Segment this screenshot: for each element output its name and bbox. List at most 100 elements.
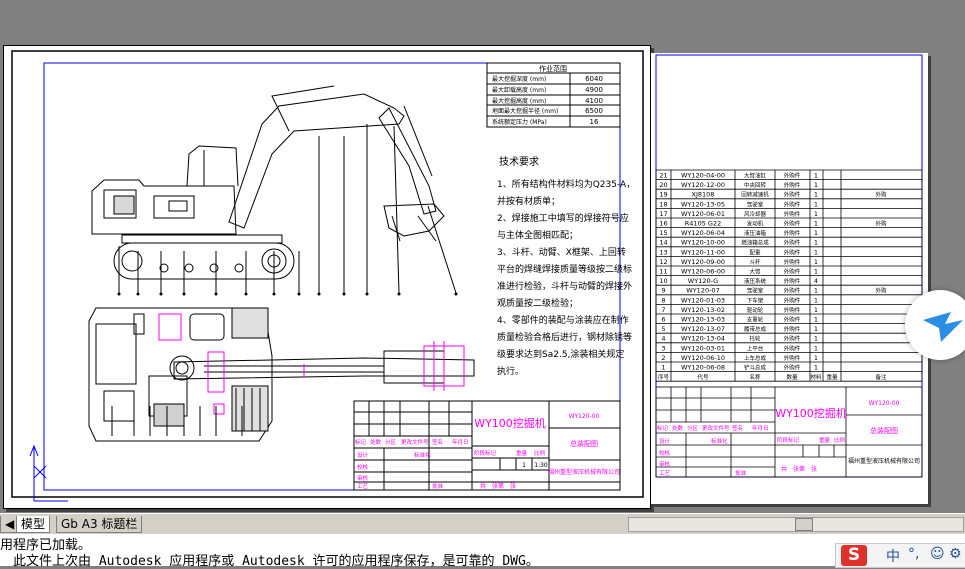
excavator-top-view xyxy=(88,307,475,442)
bom-no: 12 xyxy=(659,258,667,266)
bom-tb-header: 更改文件号 xyxy=(702,424,730,432)
product-name: 总装配图 xyxy=(570,439,598,448)
bom-no: 10 xyxy=(659,277,667,285)
tech-requirements: 技术要求 1、所有结构件材料均为Q235-A， 并按有材质单； 2、焊接施工中填… xyxy=(497,155,635,377)
bom-type: 外购件 xyxy=(784,268,801,276)
bom-code: WY120-11-00 xyxy=(681,248,725,256)
ime-lang-toggle[interactable]: 中 xyxy=(886,546,900,566)
bom-code: R4105 G22 xyxy=(685,220,721,228)
bom-tb-sheet-info: 共 张第 张 xyxy=(781,465,817,473)
bom-code: WY120-06-01 xyxy=(681,210,725,218)
bom-note: 外购 xyxy=(875,287,887,295)
bom-type: 外购件 xyxy=(784,220,801,228)
bom-code: WY120-13-02 xyxy=(681,306,725,314)
bom-no: 5 xyxy=(661,325,665,333)
bom-code: WY120-09-00 xyxy=(681,258,725,266)
floating-assistant-button[interactable] xyxy=(905,290,965,360)
bom-name: 风冷却器 xyxy=(744,210,767,218)
tech-line: 平台的焊缝焊接质量等级按二级标 xyxy=(497,263,632,275)
ime-settings-icon[interactable]: ⚙ xyxy=(949,546,962,562)
bom-name: 铲斗总成 xyxy=(744,364,767,372)
bom-tb-role: 审核 xyxy=(659,460,671,468)
bom-name: 驾驶室 xyxy=(747,200,764,208)
bom-no: 2 xyxy=(661,354,665,362)
tech-line: 3、斗杆、动臂、X框架、上回转 xyxy=(497,246,626,258)
bom-type: 外购件 xyxy=(784,325,801,333)
bom-header: 名称 xyxy=(749,373,761,381)
layout-tabbar: ◀ 模型 Gb A3 标题栏 xyxy=(0,513,965,534)
tab-gb-a3[interactable]: Gb A3 标题栏 xyxy=(56,516,143,533)
bom-code: WY120-13-03 xyxy=(681,316,725,324)
bom-type: 外购件 xyxy=(784,172,801,180)
bom-name: 燃油箱总成 xyxy=(741,239,769,247)
drawing-sheet[interactable]: 作业范围 最大挖掘深度 (mm) 6040 最大卸载高度 (mm) 4900 最… xyxy=(3,45,651,509)
bom-qty: 1 xyxy=(814,181,818,189)
bom-name: 驾驶室 xyxy=(747,287,764,295)
bom-tb-header: 分区 xyxy=(687,424,699,432)
bom-company-name: 福州重型液压机械有限公司 xyxy=(848,457,920,465)
perf-value: 16 xyxy=(590,118,599,126)
sogou-logo-icon[interactable]: S xyxy=(841,545,867,566)
command-line[interactable]: 用程序已加载。 此文件上次由 Autodesk 应用程序或 Autodesk 许… xyxy=(0,534,965,569)
perf-title: 作业范围 xyxy=(539,64,567,73)
bom-no: 18 xyxy=(659,200,667,208)
bom-tb-role: 校核 xyxy=(659,449,671,457)
bom-tb-role: 设计 xyxy=(659,437,671,445)
ime-punct-icon[interactable]: °, xyxy=(908,546,919,562)
bom-qty: 1 xyxy=(814,344,818,352)
tech-line: 准进行检验，斗杆与动臂的焊接外 xyxy=(497,280,632,292)
bom-qty: 1 xyxy=(814,306,818,314)
bom-type: 外购件 xyxy=(784,364,801,372)
tab-model[interactable]: 模型 xyxy=(16,516,51,533)
bom-no: 6 xyxy=(661,316,665,324)
bom-qty: 1 xyxy=(814,268,818,276)
bom-type: 外购件 xyxy=(784,354,801,362)
bom-code: WY120-01-03 xyxy=(681,296,725,304)
bom-no: 11 xyxy=(659,268,667,276)
bom-tb-std: 标准化 xyxy=(711,437,728,445)
bom-qty: 1 xyxy=(814,191,818,199)
bom-no: 9 xyxy=(661,287,665,295)
bom-code: WY120-06-00 xyxy=(681,268,725,276)
bom-code: WY120-13-07 xyxy=(681,325,725,333)
bom-type: 外购件 xyxy=(784,287,801,295)
bom-qty: 4 xyxy=(814,277,818,285)
bom-name: 支重轮 xyxy=(747,316,764,324)
tech-line: 执行。 xyxy=(497,365,524,377)
bom-no: 16 xyxy=(659,220,667,228)
tb-role: 校核 xyxy=(357,463,369,471)
bom-note: 外购 xyxy=(875,220,887,228)
bom-qty: 1 xyxy=(814,229,818,237)
bom-no: 21 xyxy=(659,172,667,180)
bom-header: 序号 xyxy=(658,373,670,381)
bom-qty: 1 xyxy=(814,239,818,247)
bom-name: 液压系统 xyxy=(744,277,767,285)
perf-table: 作业范围 最大挖掘深度 (mm) 6040 最大卸载高度 (mm) 4900 最… xyxy=(486,62,621,128)
drawing-name: WY100挖掘机 xyxy=(474,416,546,430)
bom-code: WY120-03-01 xyxy=(681,344,725,352)
tb-scale: 1:30 xyxy=(534,462,548,469)
bom-header: 材料 xyxy=(810,373,822,381)
bom-name: 上车总成 xyxy=(744,354,767,362)
tb-scale-label: 比例 xyxy=(534,449,546,457)
bom-note: 外购 xyxy=(875,191,887,199)
bom-no: 19 xyxy=(659,191,667,199)
bom-tb-header: 年月日 xyxy=(752,424,769,432)
bom-code: WY120-13-04 xyxy=(681,335,725,343)
bom-sheet[interactable]: 21 WY120-04-00 大臂油缸 外购件 1 20 WY120-12-00 中央回转 外购… xyxy=(651,53,928,504)
tb-approve: 批准 xyxy=(432,482,444,490)
scrollbar-thumb[interactable] xyxy=(795,518,813,531)
tech-line: 4、零部件的装配与涂装应在制作 xyxy=(497,314,629,326)
bom-qty: 1 xyxy=(814,172,818,180)
horizontal-scrollbar[interactable] xyxy=(628,517,964,532)
ime-toolbar[interactable]: S 中 °, ☺ ⚙ xyxy=(835,543,965,568)
bom-header: 备注 xyxy=(875,373,887,381)
tb-sheet-info: 共 张第 张 xyxy=(480,482,516,490)
bom-tb-header: 处数 xyxy=(672,424,684,432)
perf-value: 4100 xyxy=(585,97,603,105)
bom-name: 下车架 xyxy=(747,296,764,304)
bom-name: 回转减速机 xyxy=(741,191,769,199)
ime-emoji-icon[interactable]: ☺ xyxy=(930,546,945,562)
bom-name: 驱动轮 xyxy=(747,306,764,314)
bom-code: WY120-G xyxy=(688,277,718,285)
